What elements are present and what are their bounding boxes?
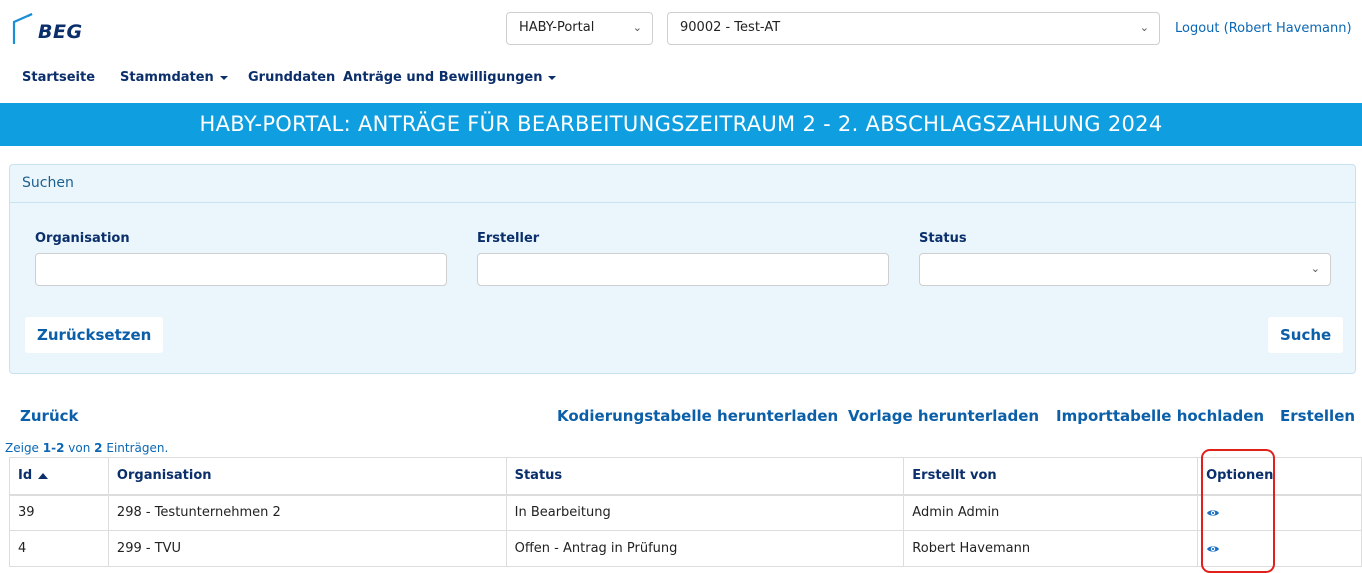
summary-range: 1-2: [42, 441, 65, 455]
entries-summary: Zeige 1-2 von 2 Einträgen.: [5, 441, 168, 455]
logout-link[interactable]: Logout (Robert Havemann): [1175, 21, 1352, 36]
back-link[interactable]: Zurück: [20, 407, 79, 425]
nav-item-label: Anträge und Bewilligungen: [343, 70, 543, 85]
summary-total: 2: [94, 441, 103, 455]
search-button[interactable]: Suche: [1268, 317, 1344, 353]
logo-mark-icon: [12, 12, 33, 44]
summary-middle: von: [68, 441, 91, 455]
table-row: 39 298 - Testunternehmen 2 In Bearbeitun…: [9, 494, 1362, 531]
status-select[interactable]: ⌄: [919, 253, 1331, 286]
cell-options: [1197, 530, 1362, 567]
page-title: HABY-PORTAL: ANTRÄGE FÜR BEARBEITUNGSZEI…: [0, 103, 1362, 146]
cell-id: 4: [9, 530, 109, 567]
ersteller-label: Ersteller: [477, 231, 540, 246]
cell-options: [1197, 494, 1362, 531]
nav-item-grunddaten[interactable]: Grunddaten: [248, 70, 335, 85]
nav-item-label: Stammdaten: [120, 70, 214, 85]
download-coding-table-link[interactable]: Kodierungstabelle herunterladen: [557, 407, 838, 425]
cell-status: Offen - Antrag in Prüfung: [505, 530, 905, 567]
chevron-down-icon: ⌄: [1139, 21, 1149, 34]
column-header-created-by[interactable]: Erstellt von: [903, 457, 1199, 496]
eye-icon[interactable]: [1206, 504, 1220, 522]
caret-down-icon: [219, 75, 228, 80]
table-header-row: Id Organisation Status Erstellt von Opti…: [9, 457, 1362, 496]
chevron-down-icon: ⌄: [1310, 262, 1320, 275]
reset-button[interactable]: Zurücksetzen: [25, 317, 164, 353]
summary-suffix: Einträgen.: [106, 441, 169, 455]
organisation-input[interactable]: [35, 253, 447, 286]
column-header-id[interactable]: Id: [9, 457, 109, 496]
nav-item-startseite[interactable]: Startseite: [22, 70, 95, 85]
organization-select-value: 90002 - Test-AT: [680, 20, 781, 35]
column-header-options: Optionen: [1197, 457, 1362, 496]
cell-id: 39: [9, 494, 109, 531]
portal-select-value: HABY-Portal: [519, 20, 595, 35]
download-template-link[interactable]: Vorlage herunterladen: [848, 407, 1039, 425]
search-panel-title: Suchen: [10, 165, 1355, 203]
nav-item-antraege[interactable]: Anträge und Bewilligungen: [343, 70, 557, 85]
cell-status: In Bearbeitung: [505, 494, 905, 531]
column-header-status[interactable]: Status: [505, 457, 905, 496]
beg-logo[interactable]: BEG: [12, 12, 102, 48]
table-row: 4 299 - TVU Offen - Antrag in Prüfung Ro…: [9, 530, 1362, 567]
organisation-label: Organisation: [35, 231, 130, 246]
column-header-organisation[interactable]: Organisation: [107, 457, 507, 496]
applications-table: Id Organisation Status Erstellt von Opti…: [9, 457, 1362, 567]
column-header-label: Id: [18, 468, 33, 484]
portal-select[interactable]: HABY-Portal ⌄: [506, 12, 653, 45]
search-panel: Suchen Organisation Ersteller Status ⌄ Z…: [9, 164, 1356, 374]
caret-down-icon: [548, 75, 557, 80]
cell-organisation: 298 - Testunternehmen 2: [107, 494, 507, 531]
organization-select[interactable]: 90002 - Test-AT ⌄: [667, 12, 1160, 45]
chevron-down-icon: ⌄: [632, 21, 642, 34]
upload-import-table-link[interactable]: Importtabelle hochladen: [1056, 407, 1264, 425]
status-label: Status: [919, 231, 967, 246]
cell-created-by: Admin Admin: [903, 494, 1199, 531]
ersteller-input[interactable]: [477, 253, 889, 286]
top-bar: BEG HABY-Portal ⌄ 90002 - Test-AT ⌄ Logo…: [0, 0, 1362, 62]
nav-item-stammdaten[interactable]: Stammdaten: [120, 70, 228, 85]
summary-prefix: Zeige: [5, 441, 39, 455]
eye-icon[interactable]: [1206, 540, 1220, 558]
cell-created-by: Robert Havemann: [903, 530, 1199, 567]
logo-text: BEG: [38, 21, 83, 43]
cell-organisation: 299 - TVU: [107, 530, 507, 567]
sort-ascending-icon: [38, 472, 49, 479]
create-link[interactable]: Erstellen: [1280, 407, 1355, 425]
